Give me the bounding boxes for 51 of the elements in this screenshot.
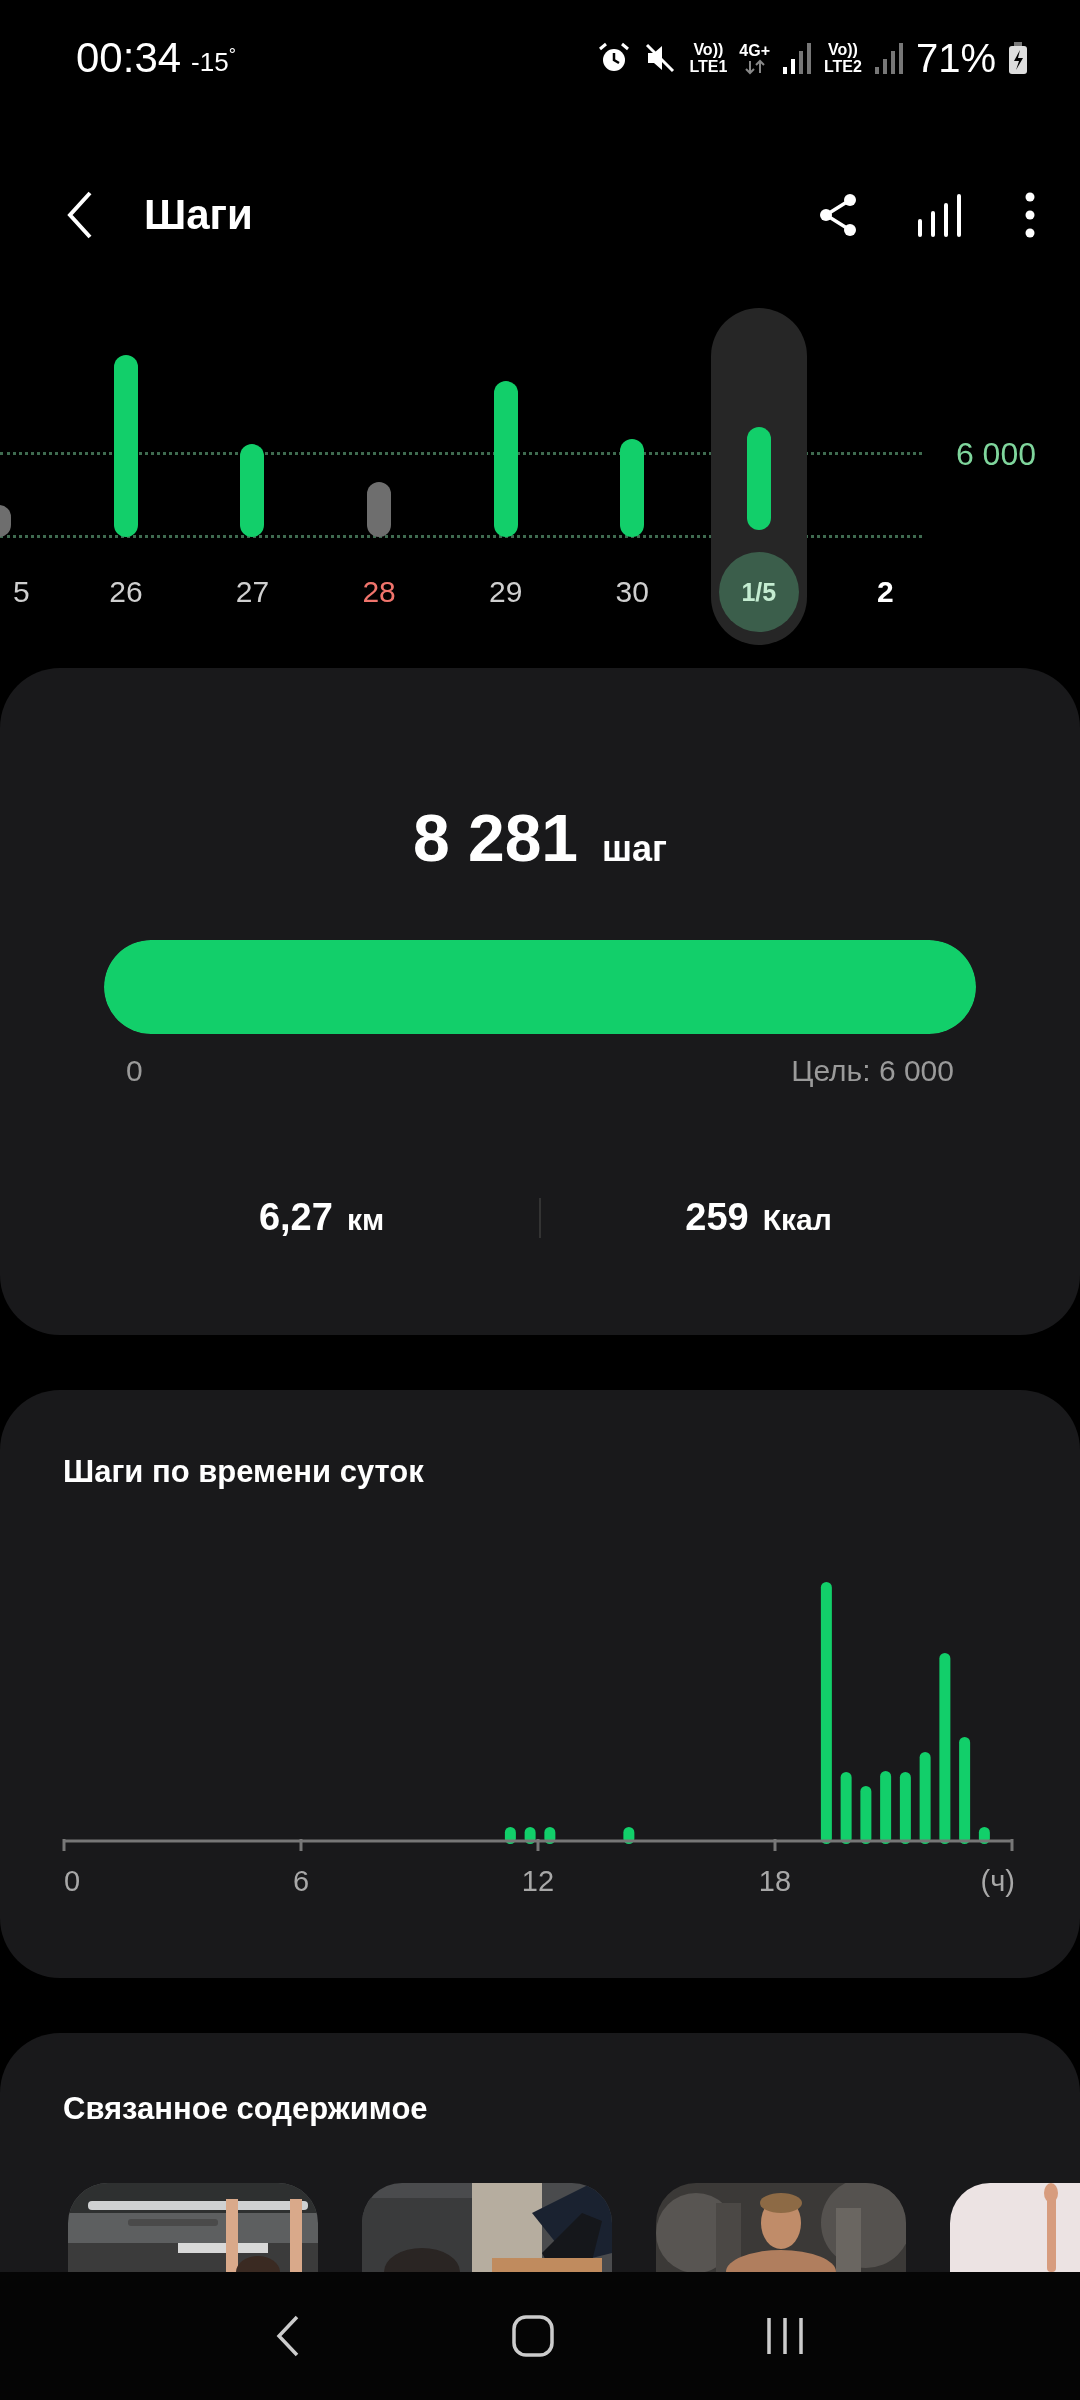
calories-value: 259 xyxy=(685,1196,749,1239)
home-button[interactable] xyxy=(512,2315,554,2357)
calories-unit: Ккал xyxy=(762,1203,832,1237)
axis-label: 18 xyxy=(758,1865,792,1897)
date-label[interactable]: 2 xyxy=(863,552,908,632)
network-label: Vo)) LTE2 xyxy=(824,41,862,75)
recents-button[interactable] xyxy=(764,2316,805,2356)
hour-bar xyxy=(899,1772,911,1844)
signal-icon xyxy=(782,41,812,75)
section-title: Шаги по времени суток xyxy=(63,1453,425,1491)
day-bar[interactable] xyxy=(620,439,645,537)
clock-time: 00:34 xyxy=(76,34,182,82)
battery-level: 71% xyxy=(915,35,996,81)
more-button[interactable] xyxy=(1024,191,1036,239)
day-bar[interactable] xyxy=(367,482,392,537)
goal-line-label: 6 000 xyxy=(955,436,1036,473)
date-label[interactable]: 29 xyxy=(483,552,528,632)
hour-bar xyxy=(840,1772,852,1844)
axis-label: 12 xyxy=(521,1865,555,1897)
date-label[interactable]: 26 xyxy=(103,552,148,632)
distance-value: 6,27 xyxy=(258,1196,333,1239)
date-label[interactable]: 27 xyxy=(230,552,275,632)
day-bar[interactable] xyxy=(113,355,138,537)
hour-bar xyxy=(544,1827,556,1844)
step-count: 8 281 xyxy=(412,800,579,876)
date-label[interactable]: 5 xyxy=(0,552,44,632)
goal-label: Цель: 6 000 xyxy=(791,1054,954,1088)
axis-label: 0 xyxy=(64,1865,81,1897)
hour-bar xyxy=(978,1827,990,1844)
chart-button[interactable] xyxy=(916,191,964,239)
min-label: 0 xyxy=(126,1054,143,1088)
step-unit: шаг xyxy=(602,828,668,870)
battery-icon xyxy=(1008,41,1028,75)
hour-bar xyxy=(860,1786,872,1844)
section-title: Связанное содержимое xyxy=(63,2091,429,2127)
signal-icon xyxy=(873,41,904,75)
hour-bar xyxy=(504,1827,516,1844)
data-label: 4G+ xyxy=(739,41,770,59)
data-arrows-icon xyxy=(743,58,766,75)
date-label[interactable]: 28 xyxy=(357,552,402,632)
date-label[interactable]: 30 xyxy=(610,552,655,632)
hour-bar xyxy=(524,1827,536,1844)
axis-unit-label: (ч) xyxy=(980,1865,1015,1897)
distance-unit: км xyxy=(346,1203,385,1237)
day-bar[interactable] xyxy=(240,444,265,537)
axis-label: 6 xyxy=(292,1865,310,1897)
temperature: -15$^{°}$ xyxy=(191,44,236,78)
network-label: Vo)) LTE1 xyxy=(689,41,728,75)
page-title: Шаги xyxy=(144,191,253,239)
hour-bar xyxy=(623,1827,635,1844)
day-bar[interactable] xyxy=(493,381,518,537)
